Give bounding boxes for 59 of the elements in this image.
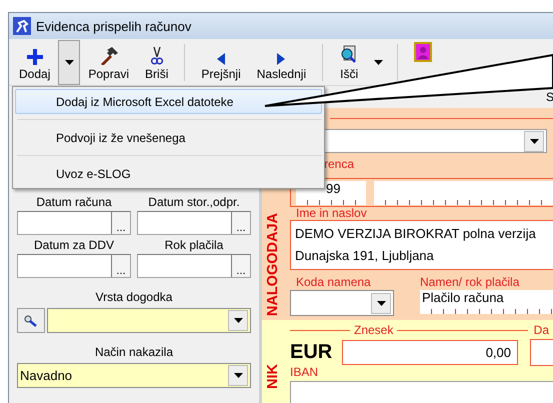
field-label: IBAN <box>290 366 320 379</box>
app-logo-icon <box>13 17 31 35</box>
plus-icon <box>26 49 43 65</box>
reference-field[interactable] <box>374 181 553 205</box>
window-title: Evidenca prispelih računov <box>36 18 192 34</box>
picker-button[interactable]: ... <box>231 255 250 277</box>
toolbar-button[interactable] <box>414 42 432 62</box>
field-label: Način nakazila <box>94 345 174 359</box>
date-field[interactable]: ... <box>137 254 251 278</box>
dropdown-arrow-icon <box>234 373 242 378</box>
field-label: Datum stor.,odpr. <box>148 195 240 209</box>
portrait-stamp-icon <box>414 42 432 62</box>
field-label: Koda namena <box>296 276 372 289</box>
field-label: Rok plačila <box>164 238 224 252</box>
left-triangle-icon <box>217 53 226 65</box>
search-button[interactable] <box>17 308 45 333</box>
group-label: Znesek <box>354 324 394 337</box>
group-label: Da <box>534 324 549 337</box>
name-address-field[interactable]: DEMO VERZIJA BIROKRAT polna verzija Dunajska 191, Ljubljana <box>290 220 553 270</box>
dropdown-arrow-icon <box>64 60 74 65</box>
iban-field[interactable] <box>290 381 553 403</box>
toolbar-button[interactable]: Dodaj <box>11 40 58 85</box>
toolbar-button[interactable]: Išči <box>331 40 368 85</box>
field-label: Vrsta dogodka <box>96 290 172 304</box>
dropdown-arrow-icon <box>376 300 386 306</box>
currency-label: EUR <box>290 341 334 364</box>
field-label: Ime in naslov <box>296 207 368 220</box>
date-field[interactable] <box>530 339 553 366</box>
picker-button[interactable]: ... <box>111 255 130 277</box>
dropdown-arrow-icon <box>530 138 538 144</box>
scissors-icon <box>150 47 163 65</box>
menu-item[interactable]: Dodaj iz Microsoft Excel datoteke <box>15 89 322 114</box>
field-label: Datum za DDV <box>34 238 114 252</box>
picker-button[interactable]: ... <box>111 212 130 234</box>
field-label: Namen/ rok plačila <box>420 276 520 289</box>
event-type-dropdown[interactable] <box>47 308 251 333</box>
toolbar-button[interactable]: Briši <box>137 40 176 85</box>
purpose-code-dropdown[interactable] <box>290 290 394 316</box>
hammer-icon <box>98 47 119 65</box>
toolbar-button[interactable]: Prejšnji <box>193 40 249 85</box>
date-field[interactable]: ... <box>17 254 131 278</box>
dropdown-arrow-icon <box>374 60 383 65</box>
menu-item[interactable]: Podvoji iz že vnešenega <box>15 125 322 150</box>
date-field[interactable]: ... <box>137 211 251 235</box>
toolbar-button[interactable]: Naslednji <box>248 40 314 85</box>
picker-button[interactable]: ... <box>231 212 250 234</box>
strip-label: S <box>546 90 553 104</box>
dropdown-arrow-icon <box>234 318 242 323</box>
amount-field[interactable]: 0,00 <box>342 340 518 365</box>
dropdown-toggle[interactable] <box>58 40 80 85</box>
toolbar-button[interactable]: Popravi <box>80 40 138 85</box>
section-label: NIK <box>264 364 282 389</box>
field-label: renca <box>324 158 356 171</box>
field-label: Datum računa <box>36 195 112 209</box>
section-label: NALOGODAJA <box>264 212 282 316</box>
purpose-field[interactable]: Plačilo računa <box>420 290 553 314</box>
date-field[interactable]: ... <box>17 211 131 235</box>
payment-method-dropdown[interactable]: Navadno <box>17 363 251 388</box>
right-triangle-icon <box>277 53 286 65</box>
